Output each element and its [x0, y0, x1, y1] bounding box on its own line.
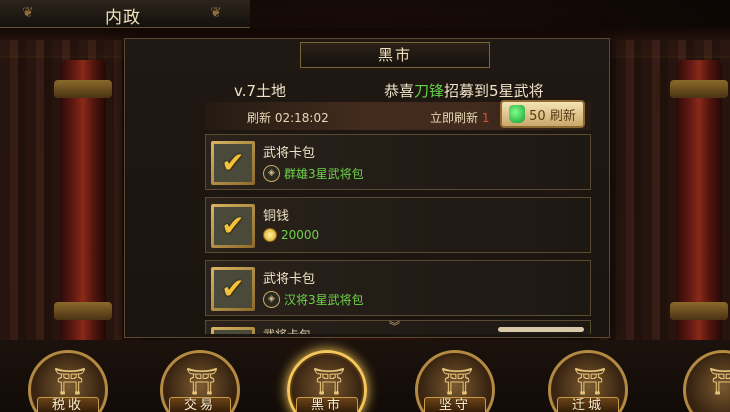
nav-label: 黑市: [296, 397, 358, 412]
page-title: 内政: [105, 8, 141, 28]
refresh-timer: 刷新 02:18:02: [247, 111, 329, 125]
black-market-building-icon: ⛩: [312, 367, 346, 397]
item-name: 武将卡包: [263, 272, 316, 287]
news-prefix: 恭喜: [384, 82, 415, 100]
nav-label: 税收: [37, 397, 99, 412]
news-player-name: 刀锋: [414, 82, 445, 100]
list-item[interactable]: ✔ 武将卡包 ◈ 群雄3星武将包: [205, 134, 591, 190]
item-desc: 群雄3星武将包: [284, 167, 364, 181]
badge-icon: ◈: [263, 165, 280, 182]
item-name: 铜钱: [263, 209, 290, 224]
list-item[interactable]: ✔ 铜钱 20000: [205, 197, 591, 253]
refresh-button-label: 50 刷新: [529, 108, 576, 124]
immediate-refresh-text: 立即刷新: [430, 111, 479, 125]
panel-title-tab: 黑市: [300, 42, 490, 68]
scroll-down-icon[interactable]: ︾: [389, 318, 400, 334]
pillar-left: [54, 60, 112, 360]
list-item[interactable]: ✔ 武将卡包 ◈ 汉将3星武将包: [205, 260, 591, 316]
panel-title: 黑市: [377, 46, 412, 64]
nav-label: 交易: [169, 397, 231, 412]
item-checkbox[interactable]: ✔: [211, 204, 255, 248]
scrollbar[interactable]: [498, 327, 584, 332]
dragon-ornament-icon: ❦: [210, 5, 222, 21]
coin-icon: [263, 228, 277, 242]
news-suffix: 招募到5星武将: [444, 82, 544, 100]
item-desc: 汉将3星武将包: [284, 293, 364, 307]
check-icon: ✔: [221, 209, 245, 242]
check-icon: ✔: [221, 146, 245, 179]
check-icon: ✔: [221, 272, 245, 305]
item-checkbox[interactable]: ✔: [211, 141, 255, 185]
top-title-bar: ❦ 内政 ❦: [0, 0, 250, 28]
nav-label: 坚守: [424, 397, 486, 412]
item-checkbox[interactable]: ✔: [211, 267, 255, 311]
item-desc: 20000: [281, 228, 320, 242]
immediate-refresh-label: 立即刷新 1: [430, 109, 489, 126]
trade-building-icon: ⛩: [185, 367, 219, 397]
jade-currency-icon: [509, 105, 526, 123]
item-list[interactable]: ✔ 武将卡包 ◈ 群雄3星武将包 ✔ 铜钱 20000 ✔ 武将卡包 ◈ 汉将3…: [205, 134, 593, 334]
badge-icon: ◈: [263, 291, 280, 308]
news-ticker: 恭喜刀锋招募到5星武将: [384, 80, 544, 101]
relocate-building-icon: ⛩: [573, 367, 607, 397]
news-row: v.7土地 恭喜刀锋招募到5星武将: [200, 80, 600, 102]
extra-building-icon: ⛩: [708, 367, 730, 397]
nav-label: 迁城: [557, 397, 619, 412]
pillar-right: [670, 60, 728, 360]
refresh-button[interactable]: 50 刷新: [500, 100, 585, 128]
tax-building-icon: ⛩: [53, 367, 87, 397]
immediate-refresh-count: 1: [481, 111, 490, 125]
land-level-label: v.7土地: [234, 82, 287, 100]
item-name: 武将卡包: [263, 326, 311, 334]
dragon-ornament-icon: ❦: [22, 5, 34, 21]
defend-building-icon: ⛩: [440, 367, 474, 397]
item-checkbox[interactable]: [211, 327, 255, 334]
item-name: 武将卡包: [263, 146, 316, 161]
